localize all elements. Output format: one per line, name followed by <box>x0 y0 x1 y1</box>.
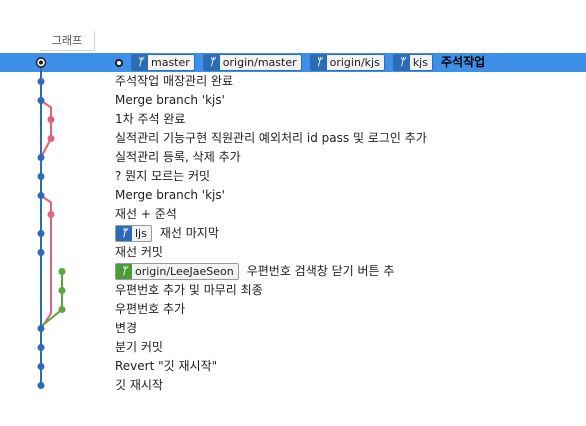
commit-graph <box>35 57 66 389</box>
commit-node[interactable] <box>47 116 55 123</box>
commit-node[interactable] <box>47 211 55 218</box>
commit-node[interactable] <box>37 344 45 351</box>
commit-node[interactable] <box>58 306 66 313</box>
commit-node[interactable] <box>37 154 45 161</box>
commit-node[interactable] <box>37 230 45 237</box>
commit-node[interactable] <box>37 363 45 370</box>
commit-node[interactable] <box>47 135 55 142</box>
commit-node[interactable] <box>58 268 66 275</box>
head-commit-node-core <box>39 60 43 65</box>
commit-node[interactable] <box>37 249 45 256</box>
graph-lane-branch <box>40 99 52 158</box>
commit-node[interactable] <box>37 192 45 199</box>
commit-node[interactable] <box>37 78 45 85</box>
commit-node[interactable] <box>37 325 45 332</box>
commit-node[interactable] <box>58 287 66 294</box>
commit-node[interactable] <box>37 173 45 180</box>
commit-node[interactable] <box>37 97 45 104</box>
commit-node[interactable] <box>37 382 45 389</box>
